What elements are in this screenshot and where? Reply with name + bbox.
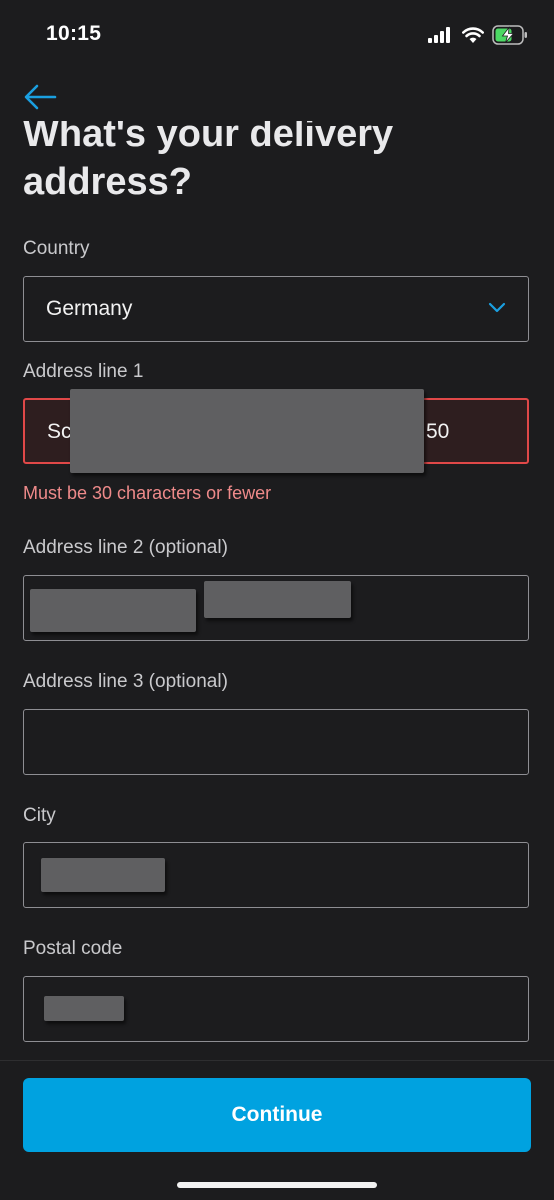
footer-divider bbox=[0, 1060, 554, 1061]
redaction-block bbox=[41, 858, 165, 892]
country-value: Germany bbox=[46, 297, 133, 320]
redaction-block bbox=[204, 581, 351, 618]
address-line-1-error: Must be 30 characters or fewer bbox=[23, 483, 272, 503]
city-label: City bbox=[23, 805, 56, 826]
signal-icon bbox=[428, 27, 450, 43]
postal-code-input[interactable] bbox=[23, 976, 529, 1042]
status-time: 10:15 bbox=[46, 22, 102, 45]
address-line-3-input[interactable] bbox=[23, 709, 529, 775]
city-input[interactable] bbox=[23, 842, 529, 908]
redaction-block bbox=[70, 389, 424, 473]
home-indicator bbox=[177, 1182, 377, 1188]
status-bar: 10:15 bbox=[0, 0, 554, 70]
address-line-2-input[interactable] bbox=[23, 575, 529, 641]
address-line-1-value-start: Sc bbox=[47, 420, 72, 443]
address-line-1-value-end: 50 bbox=[426, 420, 450, 443]
back-button[interactable] bbox=[22, 82, 62, 114]
page-title: What's your delivery address? bbox=[23, 113, 394, 203]
address-line-3-label: Address line 3 (optional) bbox=[23, 671, 228, 692]
chevron-down-icon bbox=[488, 302, 506, 313]
battery-charging-icon bbox=[492, 25, 527, 45]
wifi-icon bbox=[462, 27, 484, 43]
country-select[interactable]: Germany bbox=[23, 276, 529, 342]
redaction-block bbox=[30, 589, 196, 632]
arrow-left-icon bbox=[24, 84, 57, 110]
address-line-2-label: Address line 2 (optional) bbox=[23, 537, 228, 558]
address-line-1-label: Address line 1 bbox=[23, 361, 144, 382]
redaction-block bbox=[44, 996, 124, 1021]
country-label: Country bbox=[23, 238, 90, 259]
continue-button[interactable]: Continue bbox=[23, 1078, 531, 1152]
postal-code-label: Postal code bbox=[23, 938, 123, 959]
